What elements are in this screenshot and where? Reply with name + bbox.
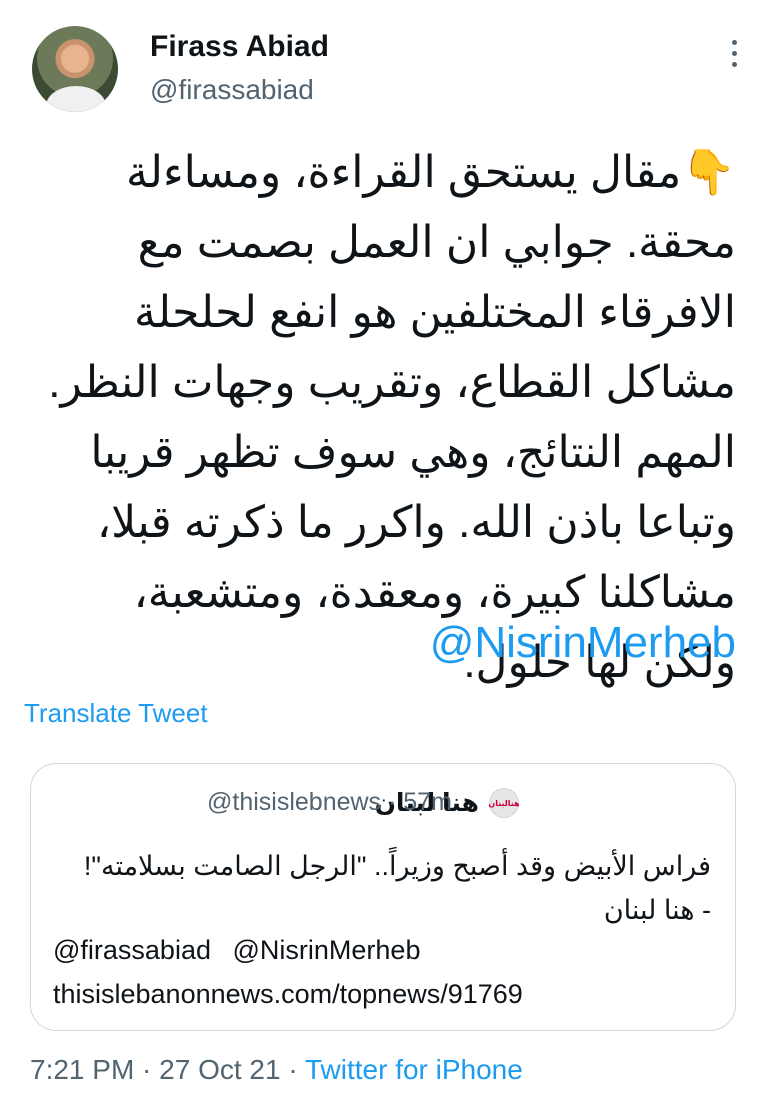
quoted-tweet-url[interactable]: thisislebanonnews.com/topnews/91769 <box>53 972 523 1016</box>
tweet-mention-link[interactable]: @NisrinMerheb <box>430 618 736 668</box>
translate-tweet-link[interactable]: Translate Tweet <box>24 698 208 729</box>
tweet-source-link[interactable]: Twitter for iPhone <box>305 1054 523 1085</box>
author-handle[interactable]: @firassabiad <box>150 74 314 106</box>
tweet-timestamp[interactable]: 7:21 PM · 27 Oct 21 · <box>30 1054 305 1085</box>
tweet-text: 👇مقال يستحق القراءة، ومساءلة محقة. جوابي… <box>48 148 736 687</box>
quoted-tweet-card[interactable]: هنا لبنان هنالبنان @thisislebnews · 57m … <box>30 763 736 1031</box>
quoted-author-avatar: هنالبنان <box>488 788 520 818</box>
tweet-footer: 7:21 PM · 27 Oct 21 · Twitter for iPhone <box>30 1054 523 1086</box>
quoted-mention-firassabiad[interactable]: @firassabiad <box>53 935 211 965</box>
more-options-icon[interactable] <box>730 40 738 70</box>
tweet-header: Firass Abiad @firassabiad <box>28 22 748 118</box>
quoted-tweet-links: @firassabiad @NisrinMerheb thisislebanon… <box>53 928 523 1016</box>
quoted-tweet-text: فراس الأبيض وقد أصبح وزيراً.. "الرجل الص… <box>83 851 711 925</box>
author-name[interactable]: Firass Abiad <box>150 30 329 64</box>
author-avatar[interactable] <box>32 26 118 112</box>
quoted-mention-nisrinmerheb[interactable]: @NisrinMerheb <box>233 935 421 965</box>
quoted-handle-time: @thisislebnews · 57m <box>207 788 452 816</box>
